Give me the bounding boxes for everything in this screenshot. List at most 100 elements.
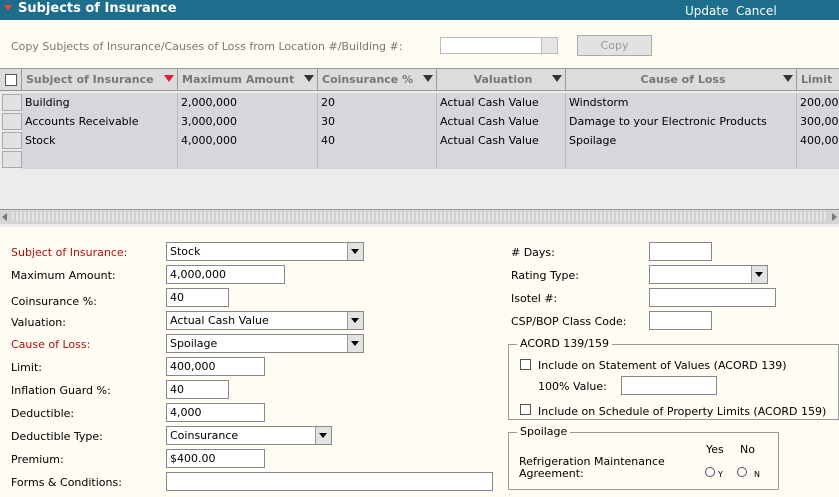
valuation-select[interactable]: Actual Cash Value [166, 311, 364, 330]
coinsurance-input[interactable]: 40 [166, 288, 229, 307]
row-selector[interactable] [2, 113, 22, 130]
table-row[interactable]: Accounts Receivable 3,000,000 30 Actual … [22, 112, 839, 131]
no-header: No [740, 443, 755, 456]
cell-subject: Stock [22, 131, 178, 150]
scroll-right-icon[interactable] [832, 213, 837, 221]
cell-limit: 200,00 [797, 93, 839, 112]
refrigeration-yes-radio[interactable] [705, 467, 715, 477]
maximum-input[interactable]: 4,000,000 [166, 265, 285, 284]
days-label: # Days: [511, 246, 555, 259]
col-header-cause[interactable]: Cause of Loss [566, 69, 797, 91]
table-row[interactable]: Building 2,000,000 20 Actual Cash Value … [22, 93, 839, 112]
rating-type-select[interactable] [649, 265, 768, 284]
page-title: Subjects of Insurance [18, 1, 177, 16]
cell-cause: Damage to your Electronic Products [566, 112, 797, 131]
cell-subject: Accounts Receivable [22, 112, 178, 131]
include-159-label: Include on Schedule of Property Limits (… [538, 405, 827, 418]
csp-input[interactable] [649, 311, 712, 330]
maximum-label: Maximum Amount: [11, 269, 116, 282]
filter-icon[interactable] [783, 75, 793, 82]
value-100-label: 100% Value: [538, 380, 607, 393]
subjects-grid: Subject of Insurance Maximum Amount Coin… [0, 68, 839, 227]
inflation-label: Inflation Guard %: [11, 384, 111, 397]
cell-maximum: 4,000,000 [178, 131, 318, 150]
cancel-link[interactable]: Cancel [736, 4, 777, 18]
include-159-checkbox[interactable] [520, 404, 531, 415]
col-header-subject[interactable]: Subject of Insurance [22, 69, 178, 91]
col-header-valuation[interactable]: Valuation [437, 69, 566, 91]
cell-limit: 300,00 [797, 112, 839, 131]
cause-label: Cause of Loss: [11, 338, 91, 351]
table-row[interactable]: Stock 4,000,000 40 Actual Cash Value Spo… [22, 131, 839, 150]
copy-button[interactable]: Copy [577, 35, 652, 56]
cell-valuation: Actual Cash Value [437, 112, 566, 131]
scroll-left-icon[interactable] [2, 213, 7, 221]
radio-n-label: N [754, 470, 760, 479]
col-header-coinsurance[interactable]: Coinsurance % [318, 69, 437, 91]
rating-type-label: Rating Type: [511, 269, 579, 282]
filter-icon[interactable] [423, 75, 433, 82]
deductible-type-label: Deductible Type: [11, 430, 103, 443]
subject-select[interactable]: Stock [166, 242, 364, 261]
filter-icon[interactable] [552, 75, 562, 82]
forms-label: Forms & Conditions: [11, 476, 122, 489]
chevron-down-icon[interactable] [315, 427, 331, 444]
chevron-down-icon[interactable] [347, 312, 363, 329]
col-header-limit[interactable]: Limit [797, 69, 839, 91]
include-139-label: Include on Statement of Values (ACORD 13… [538, 359, 787, 372]
days-input[interactable] [649, 242, 712, 261]
cell-cause: Windstorm [566, 93, 797, 112]
cause-select[interactable]: Spoilage [166, 334, 364, 353]
csp-label: CSP/BOP Class Code: [511, 315, 627, 328]
cell-coinsurance: 20 [318, 93, 437, 112]
refrigeration-no-radio[interactable] [737, 467, 747, 477]
radio-y-label: Y [718, 470, 723, 479]
forms-input[interactable] [166, 472, 493, 491]
subject-label: Subject of Insurance: [11, 246, 128, 259]
cell-subject: Building [22, 93, 178, 112]
deductible-type-select[interactable]: Coinsurance [166, 426, 332, 445]
deductible-input[interactable]: 4,000 [166, 403, 265, 422]
premium-label: Premium: [11, 453, 64, 466]
chevron-down-icon[interactable] [541, 38, 557, 53]
value-100-input[interactable] [621, 376, 717, 395]
grid-menu-icon[interactable] [0, 69, 22, 91]
cell-coinsurance: 30 [318, 112, 437, 131]
collapse-arrow-icon[interactable] [4, 5, 12, 11]
filter-icon[interactable] [304, 75, 314, 82]
cell-limit: 400,00 [797, 131, 839, 150]
cell-coinsurance: 40 [318, 131, 437, 150]
col-header-maximum[interactable]: Maximum Amount [178, 69, 318, 91]
cell-valuation: Actual Cash Value [437, 131, 566, 150]
inflation-input[interactable]: 40 [166, 380, 229, 399]
spoilage-legend: Spoilage [517, 425, 571, 438]
cell-maximum: 3,000,000 [178, 112, 318, 131]
update-link[interactable]: Update [685, 4, 728, 18]
row-selector[interactable] [2, 94, 22, 111]
scroll-track[interactable] [12, 212, 827, 221]
isotel-input[interactable] [649, 288, 776, 307]
premium-input[interactable]: $400.00 [166, 449, 265, 468]
acord-legend: ACORD 139/159 [517, 337, 612, 350]
title-bar: Subjects of Insurance Update Cancel [0, 0, 839, 20]
filter-icon[interactable] [164, 75, 174, 82]
row-selector[interactable] [2, 132, 22, 149]
limit-input[interactable]: 400,000 [166, 357, 265, 376]
chevron-down-icon[interactable] [751, 266, 767, 283]
copy-label: Copy Subjects of Insurance/Causes of Los… [11, 40, 403, 53]
refrigeration-label-line2: Agreement: [519, 467, 584, 480]
deductible-label: Deductible: [11, 407, 75, 420]
copy-location-select[interactable] [440, 37, 558, 54]
chevron-down-icon[interactable] [347, 335, 363, 352]
row-selector[interactable] [2, 151, 22, 168]
include-139-checkbox[interactable] [520, 359, 531, 370]
cell-valuation: Actual Cash Value [437, 93, 566, 112]
chevron-down-icon[interactable] [347, 243, 363, 260]
cell-maximum: 2,000,000 [178, 93, 318, 112]
isotel-label: Isotel #: [511, 292, 558, 305]
limit-label: Limit: [11, 361, 42, 374]
table-row-empty[interactable] [22, 150, 839, 169]
coinsurance-label: Coinsurance %: [11, 295, 97, 308]
yes-header: Yes [706, 443, 724, 456]
horizontal-scrollbar[interactable] [0, 209, 839, 224]
